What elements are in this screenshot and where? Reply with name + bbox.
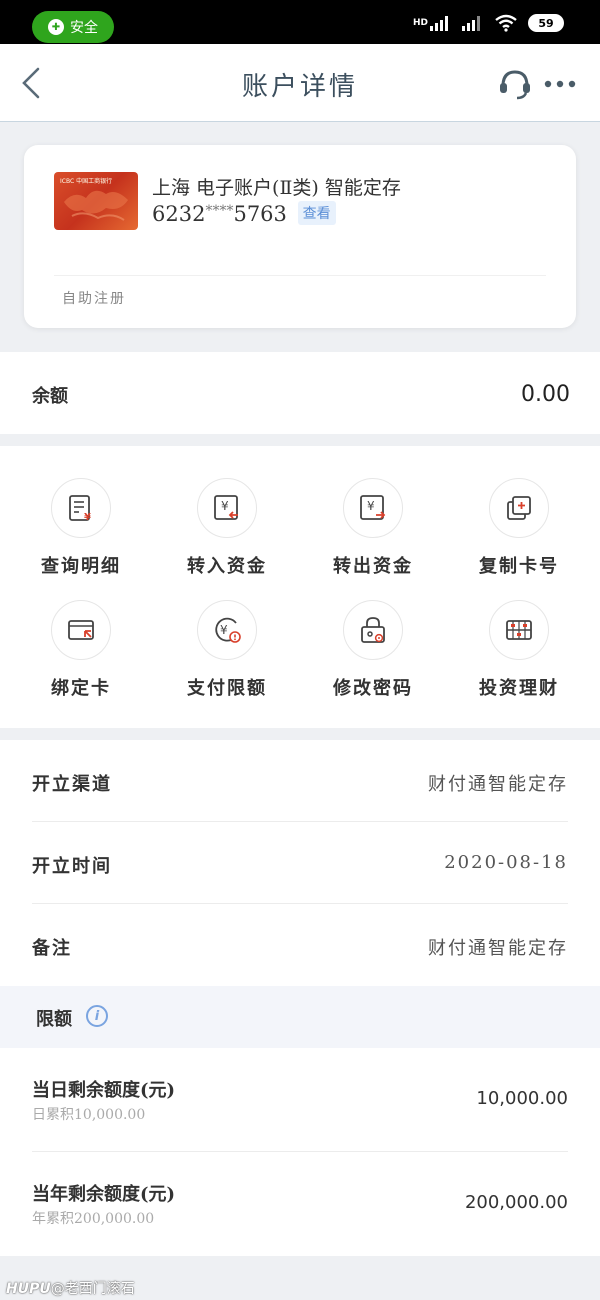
watermark-user: @老西门滚石 — [50, 1281, 135, 1297]
limit-value: 10,000.00 — [476, 1088, 568, 1109]
transfer-out-button[interactable]: ¥ 转出资金 — [300, 478, 446, 578]
limit-accumulated: 日累积10,000.00 — [32, 1107, 146, 1123]
lock-icon — [343, 600, 403, 660]
more-options-icon[interactable] — [544, 80, 576, 88]
investment-button[interactable]: 投资理财 — [446, 600, 592, 700]
action-label: 修改密码 — [333, 678, 413, 699]
watermark-brand: HUPU — [6, 1281, 51, 1297]
security-badge[interactable]: ✚ 安全 — [32, 11, 114, 43]
info-key: 开立时间 — [32, 856, 112, 877]
card-number-prefix: 6232 — [152, 202, 206, 226]
card-number: 6232****5763 查看 — [152, 201, 336, 226]
transfer-out-icon: ¥ — [343, 478, 403, 538]
action-grid: ¥ 查询明细 ¥ 转入资金 ¥ 转出资金 复制卡号 绑定卡 ¥ 支付限额 修改密… — [0, 446, 600, 728]
limit-title: 限额 — [36, 1009, 72, 1030]
view-card-number-button[interactable]: 查看 — [297, 201, 336, 225]
balance-value: 0.00 — [521, 382, 570, 407]
action-label: 转入资金 — [187, 556, 267, 577]
signal-icon — [430, 16, 448, 31]
account-card: ICBC 中国工商银行 上海 电子账户(Ⅱ类) 智能定存 6232****576… — [24, 145, 576, 328]
limit-key: 当年剩余额度(元) — [32, 1184, 176, 1205]
account-info: 开立渠道 财付通智能定存 开立时间 2020-08-18 备注 财付通智能定存 — [0, 740, 600, 986]
transfer-in-icon: ¥ — [197, 478, 257, 538]
registration-type: 自助注册 — [62, 291, 126, 307]
shield-icon: ✚ — [48, 19, 64, 35]
network-type-label: HD — [412, 18, 428, 28]
info-value: 财付通智能定存 — [428, 774, 568, 795]
nav-bar: 账户详情 — [0, 44, 600, 122]
balance-label: 余额 — [32, 386, 68, 407]
query-details-button[interactable]: ¥ 查询明细 — [8, 478, 154, 578]
svg-text:¥: ¥ — [367, 499, 375, 513]
change-password-button[interactable]: 修改密码 — [300, 600, 446, 700]
card-number-suffix: 5763 — [233, 202, 287, 226]
battery-indicator: 59 — [528, 14, 564, 32]
svg-text:¥: ¥ — [220, 623, 228, 637]
bind-card-icon — [51, 600, 111, 660]
daily-limit-row: 当日剩余额度(元) 日累积10,000.00 10,000.00 — [32, 1048, 568, 1152]
payment-limit-icon: ¥ — [197, 600, 257, 660]
bank-card-image: ICBC 中国工商银行 — [54, 172, 138, 230]
limit-key: 当日剩余额度(元) — [32, 1080, 176, 1101]
watermark: HUPU@老西门滚石 — [6, 1278, 135, 1298]
copy-icon — [489, 478, 549, 538]
account-title: 上海 电子账户(Ⅱ类) 智能定存 — [152, 177, 401, 199]
info-value: 2020-08-18 — [444, 852, 568, 873]
action-label: 支付限额 — [187, 678, 267, 699]
info-key: 备注 — [32, 938, 72, 959]
info-row-open-date: 开立时间 2020-08-18 — [32, 822, 568, 904]
info-value: 财付通智能定存 — [428, 938, 568, 959]
limit-value: 200,000.00 — [464, 1192, 568, 1213]
action-label: 投资理财 — [479, 678, 559, 699]
info-row-remark: 备注 财付通智能定存 — [32, 904, 568, 986]
bank-logo: ICBC 中国工商银行 — [60, 178, 113, 185]
customer-service-icon[interactable] — [498, 68, 532, 100]
limit-list: 当日剩余额度(元) 日累积10,000.00 10,000.00 当年剩余额度(… — [0, 1048, 600, 1256]
action-label: 查询明细 — [41, 556, 121, 577]
svg-text:¥: ¥ — [221, 499, 229, 513]
limit-accumulated: 年累积200,000.00 — [32, 1211, 155, 1227]
balance-row: 余额 0.00 — [0, 352, 600, 434]
svg-text:¥: ¥ — [84, 512, 91, 523]
card-divider — [54, 275, 546, 276]
copy-card-number-button[interactable]: 复制卡号 — [446, 478, 592, 578]
card-number-mask: **** — [205, 203, 234, 219]
wifi-icon — [495, 14, 517, 32]
info-key: 开立渠道 — [32, 774, 112, 795]
payment-limit-button[interactable]: ¥ 支付限额 — [154, 600, 300, 700]
action-label: 复制卡号 — [479, 556, 559, 577]
yearly-limit-row: 当年剩余额度(元) 年累积200,000.00 200,000.00 — [32, 1152, 568, 1256]
action-label: 绑定卡 — [51, 678, 111, 699]
limit-section-header: 限额 i — [0, 986, 600, 1048]
info-row-channel: 开立渠道 财付通智能定存 — [32, 740, 568, 822]
statement-icon: ¥ — [51, 478, 111, 538]
transfer-in-button[interactable]: ¥ 转入资金 — [154, 478, 300, 578]
bind-card-button[interactable]: 绑定卡 — [8, 600, 154, 700]
info-icon[interactable]: i — [86, 1005, 108, 1027]
abacus-icon — [489, 600, 549, 660]
security-label: 安全 — [70, 20, 98, 36]
action-label: 转出资金 — [333, 556, 413, 577]
status-bar: ✚ 安全 HD 59 — [0, 0, 600, 44]
signal-icon-2 — [462, 16, 480, 31]
